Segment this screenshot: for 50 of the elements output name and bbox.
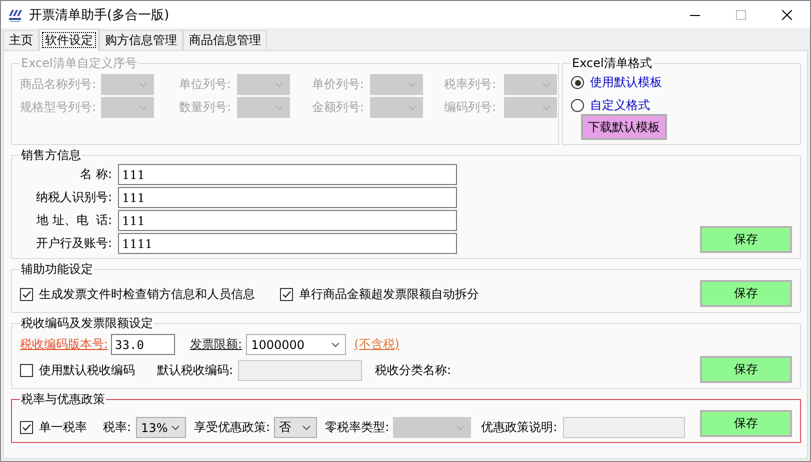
checkbox-label[interactable]: 使用默认税收编码 [39,362,135,379]
group-title: 辅助功能设定 [20,261,94,278]
field-label: 名 称: [79,166,112,183]
save-button[interactable]: 保存 [700,356,792,383]
field-label: 商品名称列号: [20,76,98,93]
field-label: 规格型号列号: [20,99,98,116]
field-label: 税率列号: [444,76,498,93]
field-label: 开户行及账号: [34,235,112,252]
field-label: 数量列号: [179,99,232,116]
text-field[interactable]: 111 [118,164,457,185]
rate-dropdown[interactable]: 13% [136,417,186,438]
text-field[interactable]: 111 [118,187,457,208]
policy-dropdown[interactable]: 否 [274,417,318,438]
checkbox-label[interactable]: 生成发票文件时检查销方信息和人员信息 [39,286,255,303]
version-field[interactable]: 33.0 [111,334,176,355]
field-label: 金额列号: [312,99,366,116]
download-template-button[interactable]: 下载默认模板 [581,114,667,140]
limit-dropdown[interactable]: 1000000 [246,334,346,355]
tab[interactable]: 主页 [3,30,39,50]
field-label: 优惠政策说明: [481,419,558,436]
tab[interactable]: 软件设定 [39,29,99,51]
group-title: Excel清单自定义序号 [20,55,138,72]
window-title: 开票清单助手(多合一版) [29,6,170,24]
field-label: 纳税人识别号: [34,189,112,206]
group-title: Excel清单格式 [571,55,653,72]
limit-link[interactable]: 发票限额: [190,336,242,353]
save-button[interactable]: 保存 [700,280,792,307]
field-label: 税收分类名称: [375,362,452,379]
field-label: 单价列号: [312,76,366,93]
text-field[interactable]: 111 [118,210,457,231]
checkbox-label[interactable]: 单行商品金额超发票限额自动拆分 [299,286,479,303]
group-title: 税收编码及发票限额设定 [20,315,154,332]
radio-label[interactable]: 自定义格式 [590,97,650,114]
field-label: 地 址、电 话: [36,212,112,229]
version-link[interactable]: 税收编码版本号: [20,336,108,353]
tab[interactable]: 购方信息管理 [99,30,183,50]
field-label: 编码列号: [444,99,498,116]
field-label: 零税率类型: [325,419,390,436]
field-label: 享受优惠政策: [194,419,270,436]
checkbox-label[interactable]: 单一税率 [39,419,87,436]
tab[interactable]: 商品信息管理 [183,30,267,50]
save-button[interactable]: 保存 [700,410,792,437]
group-title: 税率与优惠政策 [20,391,106,408]
field-label: 税率: [103,419,132,436]
field-label: 默认税收编码: [157,362,234,379]
group-title: 销售方信息 [20,147,82,164]
field-label: 单位列号: [179,76,232,93]
save-button[interactable]: 保存 [700,226,792,253]
text-field[interactable]: 1111 [118,233,457,254]
radio-label[interactable]: 使用默认模板 [590,74,662,91]
